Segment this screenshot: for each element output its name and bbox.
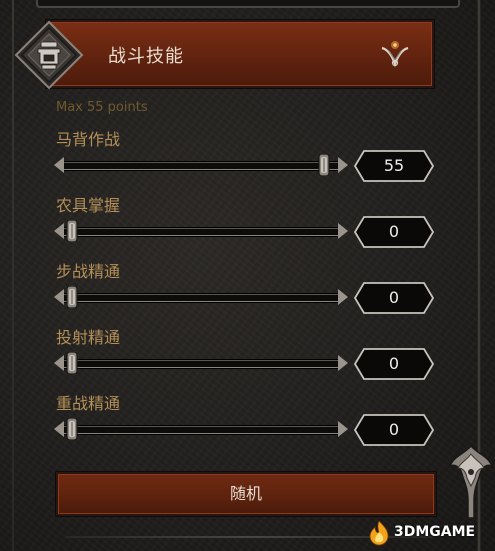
skill-label: 马背作战 [56, 130, 121, 149]
watermark-text: 3DMGAME [394, 524, 476, 540]
chevron-down-icon[interactable] [380, 36, 410, 70]
slider-right-cap [338, 289, 348, 305]
slider-knob[interactable] [64, 418, 80, 440]
skill-value-display: 0 [354, 282, 434, 314]
slider-track [62, 294, 340, 302]
slider-right-cap [338, 355, 348, 371]
skill-slider[interactable] [54, 154, 348, 176]
skill-slider[interactable] [54, 286, 348, 308]
slider-knob[interactable] [64, 352, 80, 374]
skill-value-display: 0 [354, 414, 434, 446]
skill-slider[interactable] [54, 418, 348, 440]
slider-right-cap [338, 223, 348, 239]
skill-value: 0 [388, 354, 400, 373]
category-header[interactable]: 战斗技能 [46, 20, 434, 88]
skill-slider[interactable] [54, 352, 348, 374]
flame-logo-icon [369, 520, 389, 546]
skill-label: 农具掌握 [56, 196, 121, 215]
watermark: 3DMGAME [366, 518, 494, 548]
skill-label: 步战精通 [56, 262, 121, 281]
skill-label: 投射精通 [56, 328, 121, 347]
slider-knob[interactable] [64, 286, 80, 308]
slider-knob[interactable] [64, 220, 80, 242]
random-button[interactable]: 随机 [56, 472, 436, 516]
skill-value: 0 [388, 288, 400, 307]
skill-label: 重战精通 [56, 394, 121, 413]
category-title: 战斗技能 [108, 46, 184, 67]
top-frame-edge [36, 0, 460, 8]
slider-track [62, 360, 340, 368]
skill-value-display: 0 [354, 348, 434, 380]
slider-track [62, 162, 340, 170]
slider-left-cap [54, 157, 64, 173]
slider-right-cap [338, 157, 348, 173]
slider-left-cap [54, 223, 64, 239]
skill-value: 0 [388, 222, 400, 241]
slider-track [62, 228, 340, 236]
skill-slider[interactable] [54, 220, 348, 242]
skill-value: 0 [388, 420, 400, 439]
scrollbar-ornament-handle[interactable] [448, 444, 494, 520]
slider-track [62, 426, 340, 434]
slider-knob[interactable] [316, 154, 332, 176]
skill-value: 55 [383, 156, 405, 175]
slider-right-cap [338, 421, 348, 437]
skill-value-display: 55 [354, 150, 434, 182]
skill-value-display: 0 [354, 216, 434, 248]
max-points-label: Max 55 points [56, 100, 148, 115]
skill-panel: 战斗技能 Max 55 points 马背作战 55 农具掌握 0 步战精通 0… [0, 0, 495, 551]
slider-left-cap [54, 355, 64, 371]
slider-left-cap [54, 289, 64, 305]
shield-emblem-icon [14, 20, 84, 90]
slider-left-cap [54, 421, 64, 437]
